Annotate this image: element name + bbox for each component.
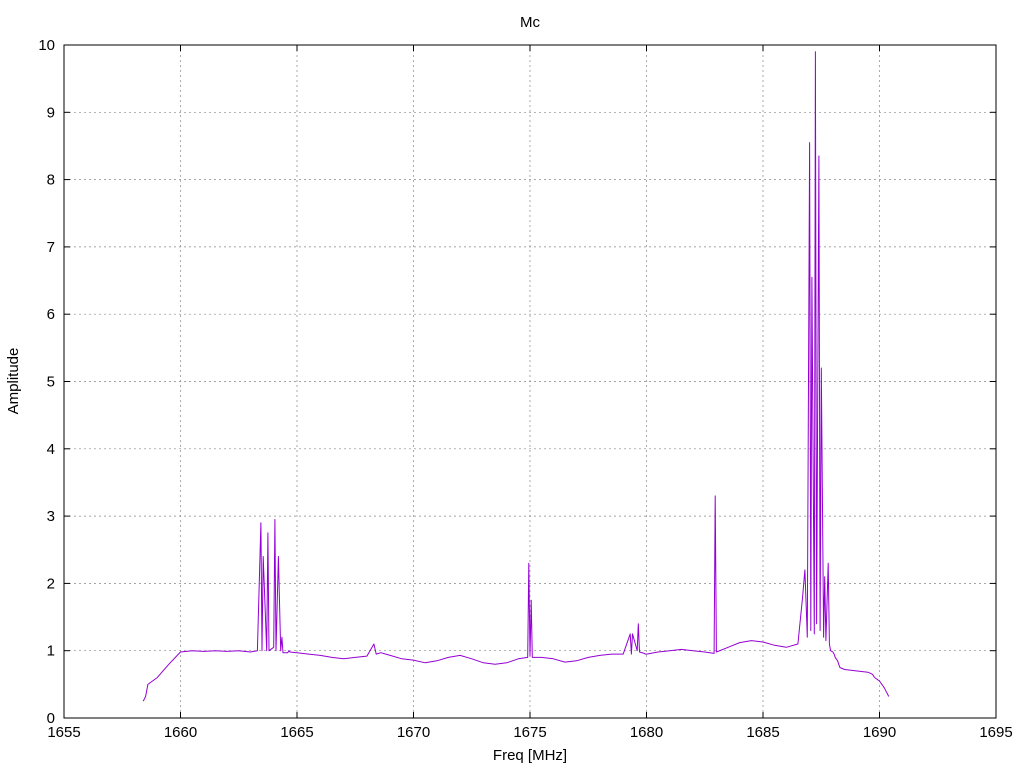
series-line — [142, 51, 890, 702]
y-tick-label: 6 — [47, 306, 55, 323]
y-tick-label: 0 — [47, 710, 55, 727]
y-tick-label: 1 — [47, 643, 55, 660]
y-tick-label: 5 — [47, 374, 55, 391]
x-tick-label: 1680 — [630, 724, 663, 741]
x-tick-label: 1685 — [746, 724, 779, 741]
x-tick-label: 1660 — [164, 724, 197, 741]
x-tick-label: 1675 — [513, 724, 546, 741]
y-tick-label: 3 — [47, 508, 55, 525]
chart: Mc 1655 1660 1665 1670 1675 1680 1685 1690 16950… — [5, 14, 1013, 764]
x-tick-label: 1690 — [863, 724, 896, 741]
grid — [64, 45, 996, 718]
y-tick-label: 10 — [38, 37, 55, 54]
x-tick-label: 1695 — [979, 724, 1012, 741]
tick-layer: 1655 1660 1665 1670 1675 1680 1685 1690 16950123… — [38, 37, 1012, 741]
y-tick-label: 2 — [47, 575, 55, 592]
x-tick-label: 1670 — [397, 724, 430, 741]
y-tick-label: 8 — [47, 172, 55, 189]
series-layer — [142, 51, 890, 702]
chart-title: Mc — [520, 14, 540, 31]
chart-container: Mc 1655 1660 1665 1670 1675 1680 1685 1690 1695 0… — [0, 0, 1024, 768]
y-tick-label: 4 — [47, 441, 55, 458]
y-axis-title: Amplitude — [5, 348, 22, 415]
y-tick-label: 9 — [47, 104, 55, 121]
x-tick-label: 1665 — [280, 724, 313, 741]
x-axis-title: Freq [MHz] — [493, 747, 567, 764]
y-tick-label: 7 — [47, 239, 55, 256]
